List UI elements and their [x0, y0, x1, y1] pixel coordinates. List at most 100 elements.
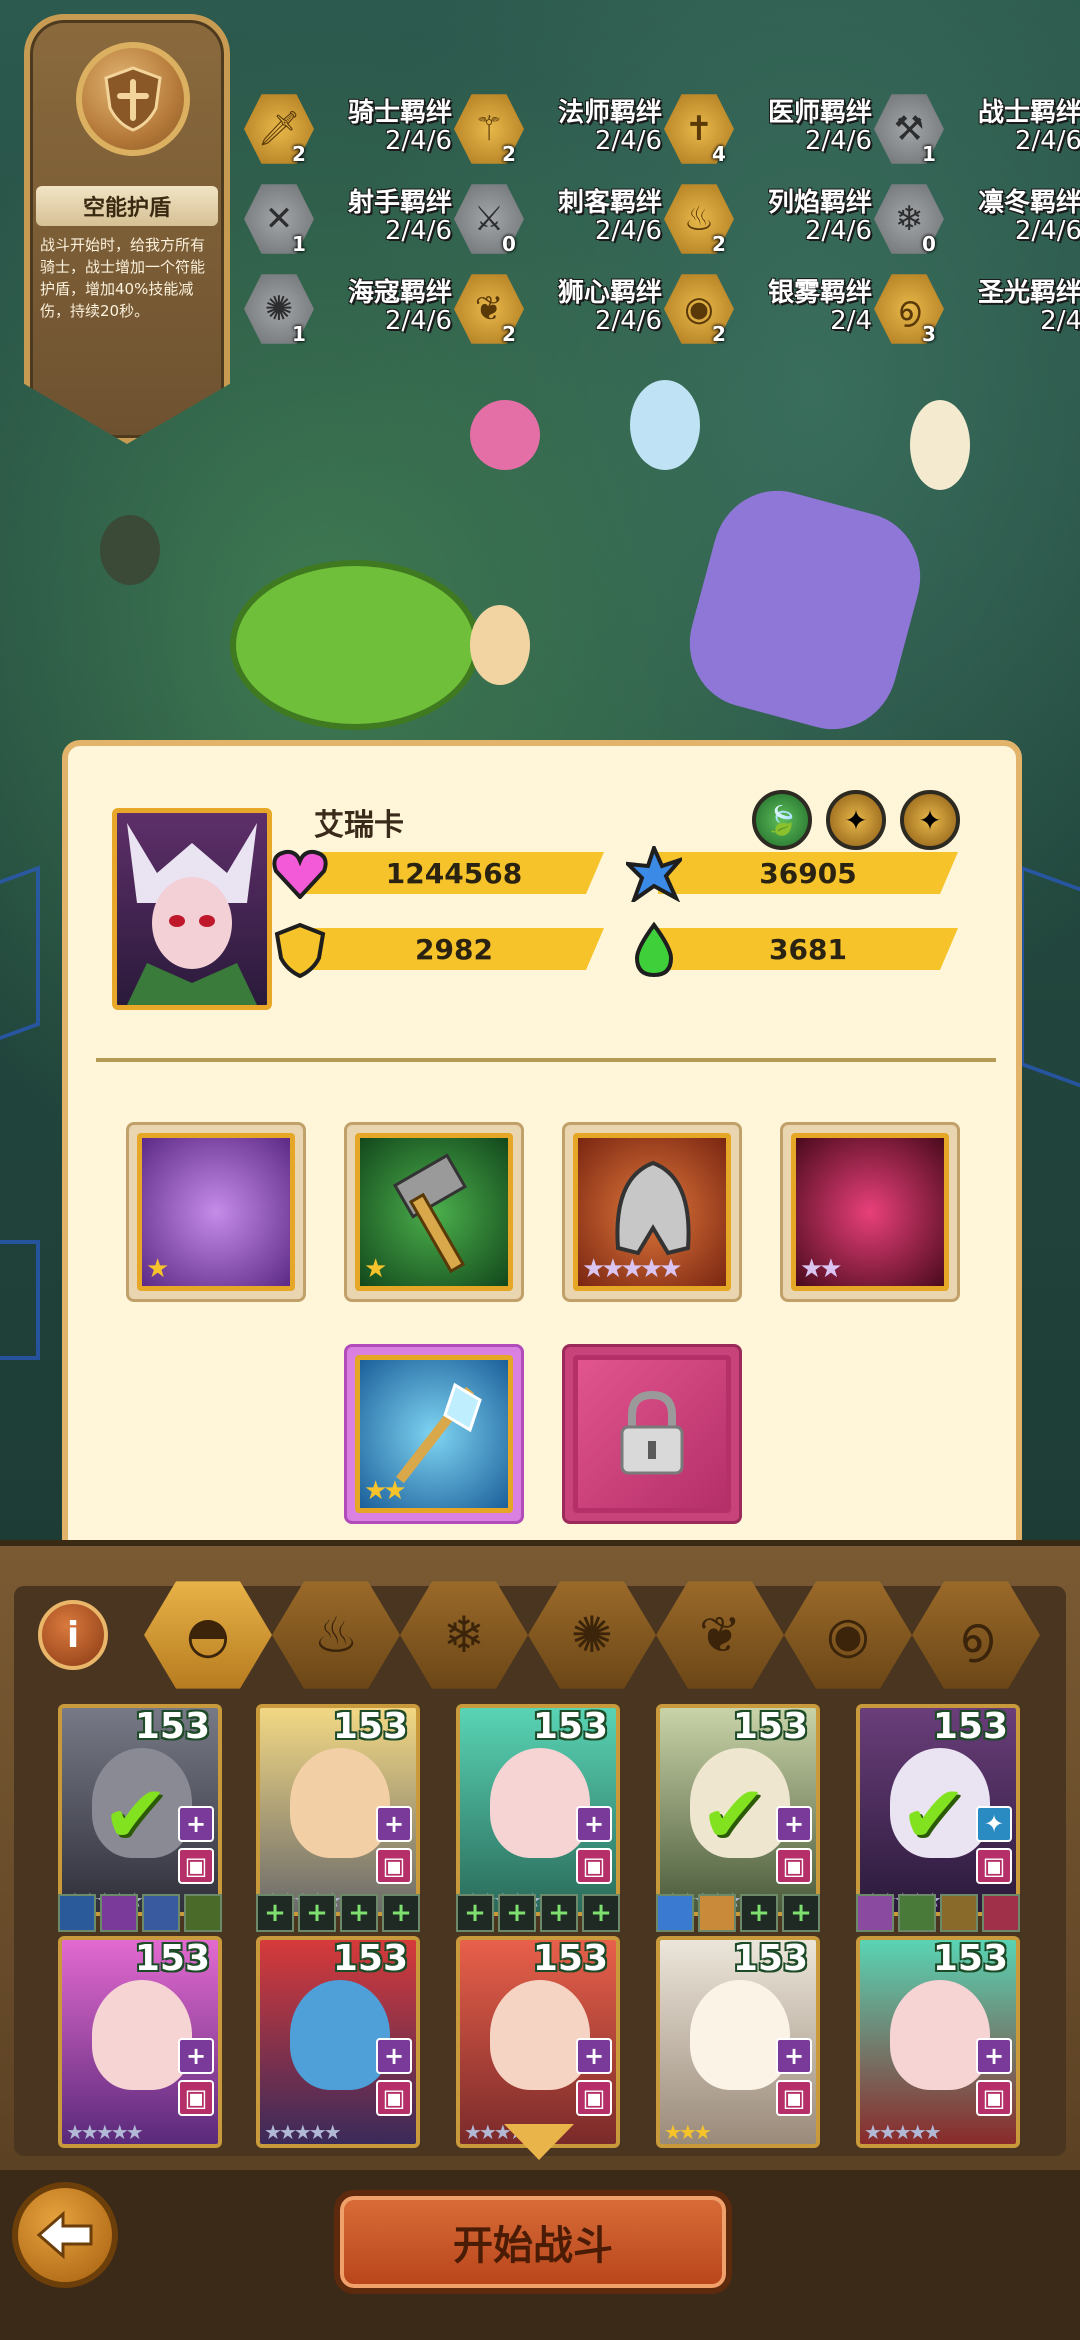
hero-name: 艾瑞卡 — [314, 808, 404, 843]
equipped-item-icon — [856, 1894, 894, 1932]
hero-card[interactable]: 153 + ▣ ★★★★★ — [256, 1936, 420, 2148]
add-equip-icon[interactable]: + — [576, 2038, 612, 2074]
star-rating: ★★★★★ — [864, 2120, 942, 2144]
hero-card[interactable]: 153 + ▣ ★★★★★ — [58, 1936, 222, 2148]
back-button[interactable] — [12, 2182, 118, 2288]
equipped-item-icon — [100, 1894, 138, 1932]
hero-card[interactable]: 153 + ▣ ★★★★★ — [856, 1936, 1020, 2148]
star-rating: ★★★★★ — [264, 2120, 342, 2144]
skill-shield-card[interactable]: 空能护盾 战斗开始时，给我方所有骑士，战士增加一个符能护盾，增加40%技能减伤，… — [24, 14, 230, 444]
crystal-staff-item-icon: ★★ — [355, 1355, 513, 1513]
bond-name: 列焰羁绊 — [767, 188, 872, 218]
add-slot-icon[interactable]: + — [540, 1894, 578, 1932]
bond-item[interactable]: ⚚ 2 法师羁绊 2/4/6 — [454, 88, 664, 168]
goblin-unit[interactable] — [100, 515, 160, 585]
star-rating: ★ — [146, 1254, 169, 1284]
add-equip-icon[interactable]: + — [776, 1806, 812, 1842]
hp-value: 1244568 — [304, 852, 604, 894]
locked-slot[interactable] — [562, 1344, 742, 1524]
hero-card[interactable]: 153 ✔ + ▣ ★★★★★ — [58, 1704, 222, 1916]
selected-check-icon: ✔ — [700, 1768, 768, 1861]
bond-item[interactable]: ✺ 1 海寇羁绊 2/4/6 — [244, 268, 454, 348]
add-equip-icon[interactable]: + — [376, 1806, 412, 1842]
bond-name: 医师羁绊 — [767, 98, 872, 128]
bond-item[interactable]: ⚒ 1 战士羁绊 2/4/6 — [874, 88, 1080, 168]
bond-name: 圣光羁绊 — [977, 278, 1080, 308]
bond-progress: 2/4/6 — [384, 216, 452, 246]
equipped-item-icon — [656, 1894, 694, 1932]
lock-icon: ▣ — [776, 2080, 812, 2116]
bond-item[interactable]: ♨ 2 列焰羁绊 2/4/6 — [664, 178, 874, 258]
bond-count: 0 — [922, 232, 936, 256]
info-button[interactable]: i — [38, 1600, 108, 1670]
mana-stat: 3681 — [624, 922, 974, 978]
hero-card[interactable]: 153 ✔ ✦ ▣ ★★★★★ — [856, 1704, 1020, 1916]
equip-slot-1[interactable]: ★ — [126, 1122, 306, 1302]
skill-title: 空能护盾 — [36, 186, 218, 226]
green-troll-unit[interactable] — [230, 560, 480, 730]
add-slot-icon[interactable]: + — [740, 1894, 778, 1932]
pink-hero-unit[interactable] — [470, 400, 540, 470]
start-battle-button[interactable]: 开始战斗 — [334, 2190, 732, 2294]
lock-icon: ▣ — [376, 2080, 412, 2116]
add-equip-icon[interactable]: + — [178, 1806, 214, 1842]
add-equip-icon[interactable]: + — [776, 2038, 812, 2074]
add-slot-icon[interactable]: + — [298, 1894, 336, 1932]
lock-icon: ▣ — [976, 2080, 1012, 2116]
add-equip-icon[interactable]: + — [178, 2038, 214, 2074]
equip-slot-2[interactable]: ★ — [344, 1122, 524, 1302]
add-slot-icon[interactable]: + — [382, 1894, 420, 1932]
lock-icon: ▣ — [576, 2080, 612, 2116]
hero-card[interactable]: 153 + ▣ ★★★★★ — [256, 1704, 420, 1916]
bond-name: 刺客羁绊 — [557, 188, 662, 218]
add-slot-icon[interactable]: + — [256, 1894, 294, 1932]
fox-hero-unit[interactable] — [470, 605, 530, 685]
add-slot-icon[interactable]: + — [582, 1894, 620, 1932]
blue-hero-unit[interactable] — [630, 380, 700, 470]
bond-count: 1 — [292, 322, 306, 346]
hero-level: 153 — [332, 1706, 408, 1747]
bond-item[interactable]: ✝ 4 医师羁绊 2/4/6 — [664, 88, 874, 168]
white-hero-unit[interactable] — [910, 400, 970, 490]
lock-icon: ▣ — [376, 1848, 412, 1884]
add-slot-icon[interactable]: + — [340, 1894, 378, 1932]
bond-item[interactable]: 🗡 2 骑士羁绊 2/4/6 — [244, 88, 454, 168]
back-arrow-icon — [36, 2210, 93, 2260]
hex-grid-line — [0, 865, 40, 1055]
bond-item[interactable]: ❄ 0 凛冬羁绊 2/4/6 — [874, 178, 1080, 258]
hero-face — [290, 1980, 390, 2090]
bond-item[interactable]: ൭ 3 圣光羁绊 2/4 — [874, 268, 1080, 348]
equip-slot-4[interactable]: ★★ — [780, 1122, 960, 1302]
lock-icon: ▣ — [776, 1848, 812, 1884]
equip-slot-3[interactable]: ★★★★★ — [562, 1122, 742, 1302]
defense-stat: 2982 — [270, 922, 620, 978]
add-slot-icon[interactable]: + — [782, 1894, 820, 1932]
bond-item[interactable]: ❦ 2 狮心羁绊 2/4/6 — [454, 268, 664, 348]
bond-name: 法师羁绊 — [557, 98, 662, 128]
hero-card[interactable]: 153 + ▣ ★★★ — [656, 1936, 820, 2148]
shield-emblem-icon — [76, 42, 190, 156]
add-equip-icon[interactable]: + — [376, 2038, 412, 2074]
add-slot-icon[interactable]: + — [456, 1894, 494, 1932]
hero-card[interactable]: 153 + ▣ ★★★★★ — [456, 1704, 620, 1916]
hero-card[interactable]: 153 + ▣ ★★★★★ — [456, 1936, 620, 2148]
add-slot-icon[interactable]: + — [498, 1894, 536, 1932]
add-equip-icon[interactable]: + — [576, 1806, 612, 1842]
hero-level: 153 — [532, 1938, 608, 1979]
bond-item[interactable]: ◉ 2 银雾羁绊 2/4 — [664, 268, 874, 348]
mana-value: 3681 — [658, 928, 958, 970]
add-equip-icon[interactable]: + — [976, 2038, 1012, 2074]
hero-level: 153 — [932, 1938, 1008, 1979]
star-rating: ★★★★★ — [582, 1254, 683, 1284]
purple-crystal-golem-unit[interactable] — [675, 476, 935, 744]
bond-item[interactable]: ⚔ 0 刺客羁绊 2/4/6 — [454, 178, 664, 258]
bond-item[interactable]: ✕ 1 射手羁绊 2/4/6 — [244, 178, 454, 258]
equip-slot-5[interactable]: ★★ — [344, 1344, 524, 1524]
hero-card[interactable]: 153 ✔ + ▣ ★★★★★ — [656, 1704, 820, 1916]
equip-slots-row: + + + + — [456, 1894, 620, 1932]
skill-description: 战斗开始时，给我方所有骑士，战士增加一个符能护盾，增加40%技能减伤，持续20秒… — [40, 236, 206, 320]
bond-count: 2 — [712, 232, 726, 256]
staff-equip-icon: ✦ — [976, 1806, 1012, 1842]
hex-grid-line — [0, 1240, 40, 1360]
hero-face — [92, 1980, 192, 2090]
